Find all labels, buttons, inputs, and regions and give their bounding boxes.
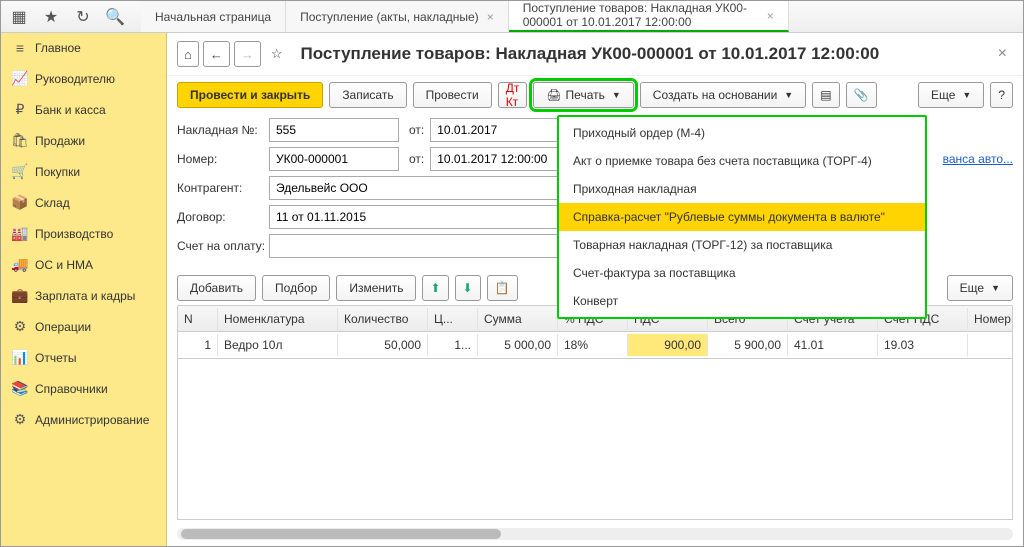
contract-input[interactable]	[269, 205, 559, 229]
page-title: Поступление товаров: Накладная УК00-0000…	[301, 44, 880, 64]
dd-item-torg12[interactable]: Товарная накладная (ТОРГ-12) за поставщи…	[559, 231, 925, 259]
sidebar-item-warehouse[interactable]: 📦Склад	[1, 187, 166, 218]
move-down-button[interactable]: ⬇	[455, 275, 481, 301]
invoice-date-input[interactable]	[430, 118, 560, 142]
more-button[interactable]: Еще▼	[918, 82, 984, 108]
truck-icon: 🚚	[11, 256, 29, 273]
create-based-button[interactable]: Создать на основании▼	[640, 82, 806, 108]
tab-current[interactable]: Поступление товаров: Накладная УК00-0000…	[509, 1, 789, 32]
col-sum[interactable]: Сумма	[478, 308, 558, 330]
favorite-button[interactable]: ☆	[265, 41, 289, 67]
wallet-icon: 💼	[11, 287, 29, 304]
invoice-no-input[interactable]	[269, 118, 399, 142]
add-button[interactable]: Добавить	[177, 275, 256, 301]
sidebar-item-main[interactable]: ≡Главное	[1, 33, 166, 63]
tab-label: Начальная страница	[155, 10, 271, 24]
factory-icon: 🏭	[11, 225, 29, 242]
close-page-button[interactable]: ×	[992, 45, 1013, 63]
book-icon: 📚	[11, 380, 29, 397]
col-n[interactable]: N	[178, 308, 218, 330]
sidebar: ≡Главное 📈Руководителю ₽Банк и касса 🛍Пр…	[1, 33, 167, 546]
print-dropdown: Приходный ордер (М-4) Акт о приемке това…	[557, 115, 927, 319]
sidebar-item-reports[interactable]: 📊Отчеты	[1, 342, 166, 373]
structure-button[interactable]: ▤	[812, 82, 839, 108]
horizontal-scrollbar[interactable]	[177, 528, 1013, 540]
contract-label: Договор:	[177, 210, 269, 224]
ruble-icon: ₽	[11, 101, 29, 118]
change-button[interactable]: Изменить	[336, 275, 416, 301]
counterparty-label: Контрагент:	[177, 181, 269, 195]
sidebar-item-bank[interactable]: ₽Банк и касса	[1, 94, 166, 125]
home-button[interactable]: ⌂	[177, 41, 199, 67]
dd-item-incoming[interactable]: Приходная накладная	[559, 175, 925, 203]
print-button[interactable]: 🖨 Печать▼	[533, 82, 633, 108]
scrollbar-thumb[interactable]	[181, 529, 501, 539]
forward-button[interactable]: →	[234, 41, 261, 67]
sidebar-item-sales[interactable]: 🛍Продажи	[1, 125, 166, 156]
dd-item-m4[interactable]: Приходный ордер (М-4)	[559, 119, 925, 147]
col-qty[interactable]: Количество	[338, 308, 428, 330]
number-label: Номер:	[177, 152, 269, 166]
advance-link[interactable]: ванса авто...	[943, 152, 1013, 166]
tab-label: Поступление товаров: Накладная УК00-0000…	[523, 2, 759, 28]
post-and-close-button[interactable]: Провести и закрыть	[177, 82, 323, 108]
pick-button[interactable]: Подбор	[262, 275, 330, 301]
invoice-no-label: Накладная №:	[177, 123, 269, 137]
barchart-icon: 📊	[11, 349, 29, 366]
move-up-button[interactable]: ⬆	[422, 275, 448, 301]
close-icon[interactable]: ×	[487, 10, 494, 24]
number-input[interactable]	[269, 147, 399, 171]
from-label: от:	[409, 123, 424, 137]
sidebar-item-purchases[interactable]: 🛒Покупки	[1, 156, 166, 187]
sidebar-item-salary[interactable]: 💼Зарплата и кадры	[1, 280, 166, 311]
write-button[interactable]: Записать	[329, 82, 406, 108]
dd-item-envelope[interactable]: Конверт	[559, 287, 925, 315]
col-name[interactable]: Номенклатура	[218, 308, 338, 330]
items-more-button[interactable]: Еще▼	[947, 275, 1013, 301]
dd-item-invoice[interactable]: Счет-фактура за поставщика	[559, 259, 925, 287]
sidebar-item-admin[interactable]: ⚙Администрирование	[1, 404, 166, 435]
table-body-area	[177, 359, 1013, 520]
gear-icon: ⚙	[11, 411, 29, 428]
help-button[interactable]: ?	[990, 82, 1013, 108]
box-icon: 📦	[11, 194, 29, 211]
dd-item-spravka[interactable]: Справка-расчет "Рублевые суммы документа…	[559, 203, 925, 231]
col-gtd[interactable]: Номер ГТ	[968, 308, 1013, 330]
dk-button[interactable]: ДтКт	[498, 82, 528, 108]
tab-home[interactable]: Начальная страница	[141, 1, 286, 32]
chart-up-icon: 📈	[11, 70, 29, 87]
sidebar-item-catalogs[interactable]: 📚Справочники	[1, 373, 166, 404]
star-icon[interactable]: ★	[37, 4, 65, 30]
ops-icon: ⚙	[11, 318, 29, 335]
from-label-2: от:	[409, 152, 424, 166]
bag-icon: 🛍	[11, 132, 29, 149]
menu-icon: ≡	[11, 40, 29, 56]
history-icon[interactable]: ↻	[69, 4, 97, 30]
counterparty-input[interactable]	[269, 176, 559, 200]
copy-button[interactable]: 📋	[487, 275, 518, 301]
table-row[interactable]: 1 Ведро 10л 50,000 1... 5 000,00 18% 900…	[178, 332, 1012, 358]
post-button[interactable]: Провести	[413, 82, 492, 108]
account-input[interactable]	[269, 234, 559, 258]
tab-receipts[interactable]: Поступление (акты, накладные) ×	[286, 1, 509, 32]
tab-label: Поступление (акты, накладные)	[300, 10, 479, 24]
sidebar-item-assets[interactable]: 🚚ОС и НМА	[1, 249, 166, 280]
dd-item-torg4[interactable]: Акт о приемке товара без счета поставщик…	[559, 147, 925, 175]
account-label: Счет на оплату:	[177, 239, 269, 253]
sidebar-item-manager[interactable]: 📈Руководителю	[1, 63, 166, 94]
sidebar-item-production[interactable]: 🏭Производство	[1, 218, 166, 249]
close-icon[interactable]: ×	[767, 9, 774, 23]
col-price[interactable]: Ц...	[428, 308, 478, 330]
search-icon[interactable]: 🔍	[101, 4, 129, 30]
clip-button[interactable]: 📎	[846, 82, 877, 108]
apps-icon[interactable]: ▦	[5, 4, 33, 30]
sidebar-item-operations[interactable]: ⚙Операции	[1, 311, 166, 342]
back-button[interactable]: ←	[203, 41, 230, 67]
cart-icon: 🛒	[11, 163, 29, 180]
